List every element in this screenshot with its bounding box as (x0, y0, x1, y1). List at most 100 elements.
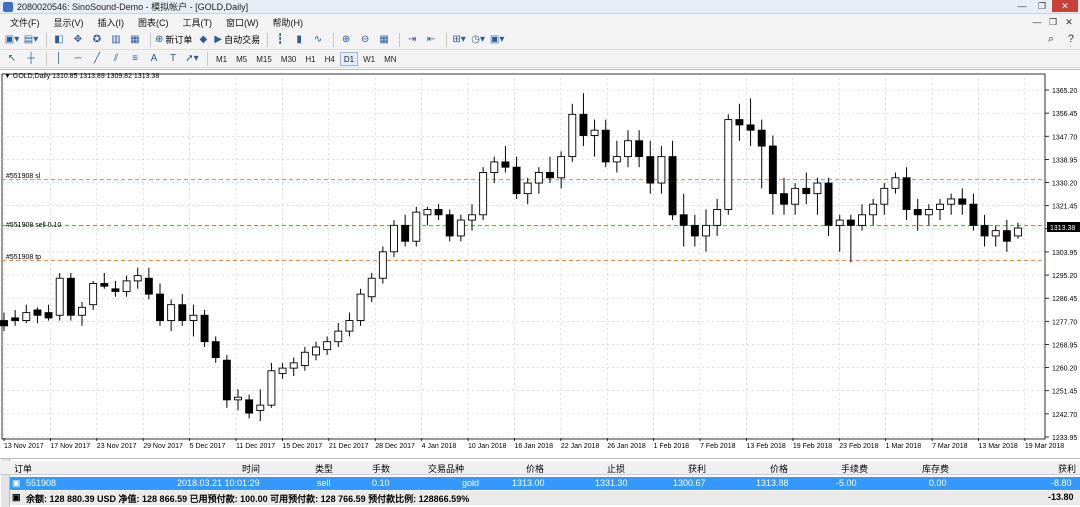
data-window-icon[interactable]: ✥ (70, 32, 86, 48)
x-tick-label: 26 Jan 2018 (607, 443, 646, 450)
candle-body (289, 362, 298, 369)
new-chart-icon[interactable]: ▣▾ (4, 32, 20, 48)
candle-body (891, 177, 900, 189)
candle-body (601, 129, 610, 163)
x-tick-label: 19 Feb 2018 (793, 443, 832, 450)
crosshair-icon[interactable]: ┼ (23, 51, 39, 67)
chart-shift-icon[interactable]: ⇤ (423, 32, 439, 48)
y-tick-label: 1321.45 (1052, 204, 1077, 211)
candle-body (757, 129, 766, 147)
maximize-button[interactable]: ❐ (1032, 0, 1052, 12)
tester-icon[interactable]: ▦ (127, 32, 143, 48)
price-chart[interactable]: 1365.20 1356.45 1347.70 1338.95 1330.20 1321.… (0, 70, 1080, 460)
zoom-in-icon[interactable]: ⊕ (338, 32, 354, 48)
horizontal-line-icon[interactable]: ─ (70, 51, 86, 67)
child-window-controls: — ❐ ✕ (1030, 16, 1076, 28)
auto-scroll-icon[interactable]: ⇥ (404, 32, 420, 48)
search-icon[interactable]: ⌕ (1048, 33, 1054, 46)
candlestick-icon[interactable]: ▮ (291, 32, 307, 48)
candle-body (100, 283, 109, 287)
auto-trade-button[interactable]: ▶ 自动交易 (214, 32, 260, 48)
menu-charts[interactable]: 图表(C) (132, 16, 177, 29)
child-minimize-button[interactable]: — (1030, 16, 1044, 28)
timeframe-h4[interactable]: H4 (321, 52, 339, 66)
child-restore-button[interactable]: ❐ (1046, 16, 1060, 28)
templates-icon[interactable]: ▣▾ (489, 32, 505, 48)
candle-body (468, 214, 476, 221)
x-tick-label: 1 Feb 2018 (654, 443, 690, 450)
candle-body (824, 182, 833, 226)
timeframe-mn[interactable]: MN (380, 52, 400, 66)
profiles-icon[interactable]: ▤▾ (23, 32, 39, 48)
col-tp[interactable]: 获利 (688, 462, 706, 475)
menu-insert[interactable]: 插入(I) (92, 16, 133, 29)
fibonacci-icon[interactable]: ≡ (127, 51, 143, 67)
navigator-icon[interactable]: ✪ (89, 32, 105, 48)
timeframe-m1[interactable]: M1 (212, 52, 231, 66)
close-button[interactable]: ✕ (1052, 0, 1078, 12)
channel-icon[interactable]: ⫽ (108, 51, 124, 67)
help-icon[interactable]: ? (1068, 33, 1074, 45)
timeframe-d1[interactable]: D1 (339, 51, 359, 66)
line-chart-icon[interactable]: ∿ (310, 32, 326, 48)
candle-body (390, 224, 398, 253)
x-tick-label: 16 Jan 2018 (514, 443, 553, 450)
minimize-button[interactable]: — (1012, 0, 1032, 12)
y-tick-label: 1347.70 (1052, 134, 1077, 141)
candle-body (657, 156, 666, 184)
new-order-button[interactable]: ⊕ 新订单 (155, 32, 192, 48)
y-tick-label: 1242.70 (1052, 412, 1077, 419)
table-row[interactable]: ▣ 551908 2018.03.21 10:01:29 sell 0.10 g… (10, 477, 1080, 490)
candle-body (345, 320, 354, 332)
title-bar: 2080020546: SinoSound-Demo - 模拟帐户 - [GOL… (0, 0, 1080, 14)
trend-line-icon[interactable]: ╱ (89, 51, 105, 67)
candle-body (323, 341, 332, 351)
label-icon[interactable]: T (165, 51, 181, 67)
col-current-price[interactable]: 价格 (770, 462, 788, 475)
market-watch-icon[interactable]: ◧ (51, 32, 67, 48)
meta-editor-icon[interactable]: ◆ (195, 32, 211, 48)
vertical-line-icon[interactable]: │ (51, 51, 67, 67)
col-commission[interactable]: 手续费 (841, 462, 868, 475)
col-price[interactable]: 价格 (526, 462, 544, 475)
menu-file[interactable]: 文件(F) (4, 16, 48, 29)
candle-body (434, 209, 443, 216)
timeframe-m15[interactable]: M15 (252, 52, 276, 66)
indicators-icon[interactable]: ⊞▾ (451, 32, 467, 48)
candle-body (211, 341, 220, 359)
balance-summary: 余额: 128 880.39 USD 净值: 128 866.59 已用预付款:… (26, 494, 470, 504)
menu-window[interactable]: 窗口(W) (220, 16, 267, 29)
zoom-out-icon[interactable]: ⊖ (357, 32, 373, 48)
timeframe-m30[interactable]: M30 (277, 52, 301, 66)
x-tick-label: 7 Feb 2018 (700, 443, 736, 450)
candle-body (256, 404, 265, 411)
col-profit[interactable]: 获利 (1058, 462, 1076, 475)
y-tick-label: 1233.95 (1052, 435, 1077, 442)
chart-window[interactable]: 1365.20 1356.45 1347.70 1338.95 1330.20 1321.… (0, 69, 1080, 459)
col-sl[interactable]: 止损 (607, 462, 625, 475)
col-order[interactable]: 订单 (14, 462, 32, 475)
bar-chart-icon[interactable]: ┇ (272, 32, 288, 48)
col-time[interactable]: 时间 (242, 462, 260, 475)
menu-tools[interactable]: 工具(T) (177, 16, 221, 29)
shapes-icon[interactable]: ➚▾ (184, 51, 200, 67)
timeframe-w1[interactable]: W1 (359, 52, 379, 66)
col-symbol[interactable]: 交易品种 (428, 462, 464, 475)
menu-help[interactable]: 帮助(H) (267, 16, 312, 29)
terminal-icon[interactable]: ▥ (108, 32, 124, 48)
tile-windows-icon[interactable]: ▦ (376, 32, 392, 48)
toolbar-separator (446, 32, 448, 47)
timeframe-m5[interactable]: M5 (232, 52, 251, 66)
candle-body (646, 156, 655, 184)
col-lots[interactable]: 手数 (372, 462, 390, 475)
candle-body (234, 396, 242, 401)
periods-icon[interactable]: ◷▾ (470, 32, 486, 48)
menu-view[interactable]: 显示(V) (48, 16, 92, 29)
child-close-button[interactable]: ✕ (1062, 16, 1076, 28)
cursor-icon[interactable]: ↖ (4, 51, 20, 67)
col-type[interactable]: 类型 (315, 462, 333, 475)
col-swap[interactable]: 库存费 (922, 462, 949, 475)
timeframe-h1[interactable]: H1 (301, 52, 319, 66)
text-icon[interactable]: A (146, 51, 162, 67)
x-tick-label: 22 Jan 2018 (561, 443, 600, 450)
